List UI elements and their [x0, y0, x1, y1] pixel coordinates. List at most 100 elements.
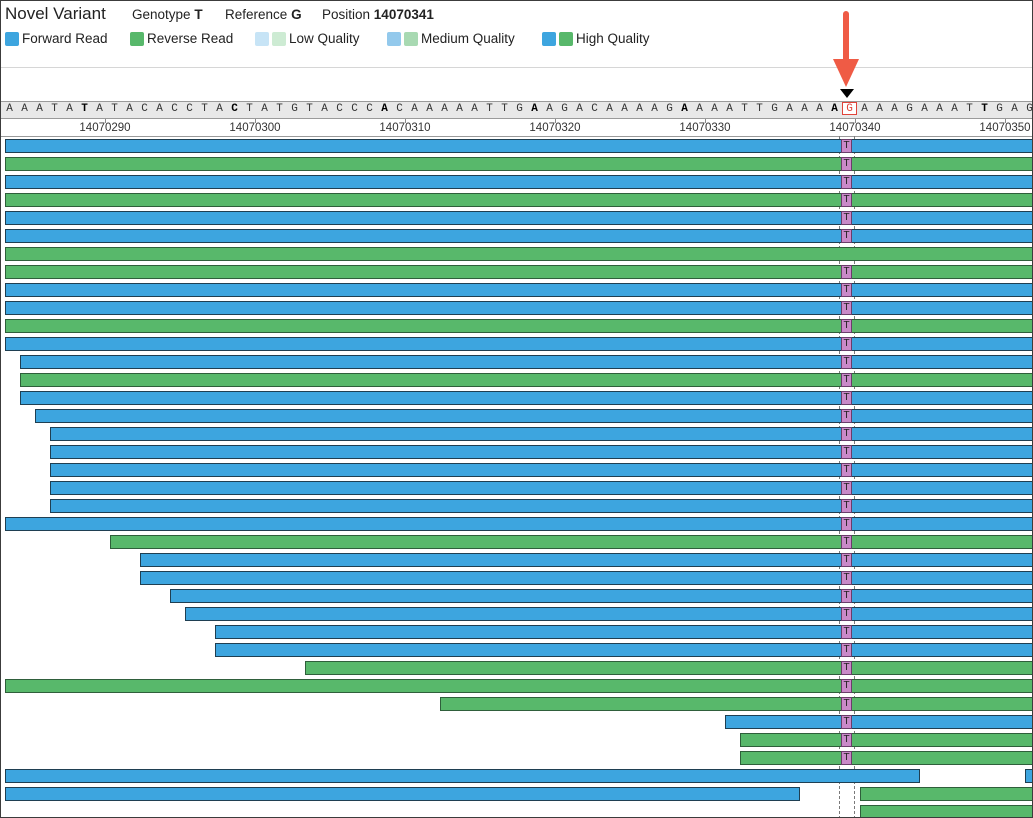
forward-read[interactable] — [35, 409, 1032, 423]
forward-read[interactable] — [5, 229, 1032, 243]
forward-read[interactable] — [140, 571, 1032, 585]
reverse-read[interactable] — [5, 247, 1032, 261]
variant-base: T — [841, 409, 852, 423]
reference-base: T — [201, 103, 208, 115]
reference-base: T — [81, 103, 88, 115]
reference-base: C — [351, 103, 358, 115]
position-marker-icon — [840, 89, 854, 98]
reference-base: A — [951, 103, 958, 115]
reference-base: A — [801, 103, 808, 115]
reference-base: A — [156, 103, 163, 115]
forward-read[interactable] — [185, 607, 1032, 621]
reverse-read[interactable] — [305, 661, 1032, 675]
reference-base: T — [501, 103, 508, 115]
forward-read[interactable] — [50, 499, 1032, 513]
reference-base: G — [1026, 103, 1033, 115]
reference-base: C — [396, 103, 403, 115]
legend-reverse-label: Reverse Read — [147, 31, 234, 46]
high-quality-reverse-swatch — [559, 31, 573, 46]
variant-base: T — [841, 571, 852, 585]
variant-base: T — [841, 751, 852, 765]
reverse-read[interactable] — [5, 319, 1032, 333]
forward-read[interactable] — [140, 553, 1032, 567]
variant-base: T — [841, 733, 852, 747]
reference-base: A — [891, 103, 898, 115]
reverse-read[interactable] — [5, 265, 1032, 279]
reverse-read[interactable] — [740, 751, 1032, 765]
read-alignment-area[interactable]: TTTTTTTTTTTTTTTTTTTTTTTTTTTTTTTTTT — [1, 136, 1032, 817]
forward-read[interactable] — [50, 427, 1032, 441]
forward-read[interactable] — [50, 463, 1032, 477]
legend-medium-quality: Medium Quality — [387, 31, 515, 46]
forward-read[interactable] — [5, 175, 1032, 189]
genotype-value: T — [194, 7, 203, 22]
forward-read[interactable] — [170, 589, 1032, 603]
reference-base: A — [96, 103, 103, 115]
reference-base: G — [771, 103, 778, 115]
reverse-read-swatch — [130, 31, 144, 46]
forward-read[interactable] — [5, 337, 1032, 351]
reference-base-highlight: G — [842, 102, 857, 115]
reference-base: A — [21, 103, 28, 115]
reference-base: A — [531, 103, 538, 115]
reference-base: T — [111, 103, 118, 115]
reference-base: G — [666, 103, 673, 115]
reference-base: C — [231, 103, 238, 115]
reverse-read[interactable] — [110, 535, 1032, 549]
variant-base: T — [841, 517, 852, 531]
reference-value: G — [291, 7, 302, 22]
forward-read[interactable] — [20, 391, 1032, 405]
reference-base: A — [711, 103, 718, 115]
forward-read[interactable] — [5, 787, 800, 801]
variant-base: T — [841, 301, 852, 315]
ruler-tick-label: 14070290 — [79, 122, 131, 134]
reference-base: A — [696, 103, 703, 115]
forward-read[interactable] — [215, 643, 1032, 657]
forward-read[interactable] — [20, 355, 1032, 369]
reference-base: G — [996, 103, 1003, 115]
forward-read[interactable] — [5, 283, 1032, 297]
reverse-read[interactable] — [860, 805, 1032, 817]
variant-base: T — [841, 157, 852, 171]
forward-read[interactable] — [50, 445, 1032, 459]
forward-read[interactable] — [5, 211, 1032, 225]
variant-base: T — [841, 661, 852, 675]
reverse-read[interactable] — [5, 193, 1032, 207]
reference-base: T — [246, 103, 253, 115]
ruler-tick-label: 14070340 — [829, 122, 881, 134]
reference-base: A — [36, 103, 43, 115]
forward-read[interactable] — [215, 625, 1032, 639]
forward-read[interactable] — [50, 481, 1032, 495]
forward-read[interactable] — [5, 517, 1032, 531]
reference-base: A — [621, 103, 628, 115]
reference-base: T — [306, 103, 313, 115]
reverse-read[interactable] — [740, 733, 1032, 747]
variant-base: T — [841, 373, 852, 387]
reference-base: T — [486, 103, 493, 115]
variant-base: T — [841, 283, 852, 297]
reverse-read[interactable] — [860, 787, 1032, 801]
reference-base: A — [126, 103, 133, 115]
ruler-tick-label: 14070320 — [529, 122, 581, 134]
viewer-header: Novel Variant Genotype T Reference G Pos… — [1, 1, 1032, 68]
forward-read[interactable] — [5, 301, 1032, 315]
medium-quality-reverse-swatch — [404, 31, 418, 46]
variant-base: T — [841, 337, 852, 351]
forward-read[interactable] — [5, 139, 1032, 153]
position-ruler: 14070290 14070300 14070310 14070320 14070330… — [1, 119, 1032, 137]
forward-read[interactable] — [1025, 769, 1032, 783]
variant-base: T — [841, 589, 852, 603]
forward-read[interactable] — [5, 769, 920, 783]
reverse-read[interactable] — [440, 697, 1032, 711]
reverse-read[interactable] — [20, 373, 1032, 387]
reference-base: A — [681, 103, 688, 115]
position-label: Position — [322, 7, 371, 22]
reference-base: A — [426, 103, 433, 115]
forward-read[interactable] — [725, 715, 1032, 729]
reverse-read[interactable] — [5, 157, 1032, 171]
reference-base: T — [276, 103, 283, 115]
reverse-read[interactable] — [5, 679, 1032, 693]
low-quality-reverse-swatch — [272, 31, 286, 46]
legend-high-quality: High Quality — [542, 31, 650, 46]
low-quality-forward-swatch — [255, 31, 269, 46]
